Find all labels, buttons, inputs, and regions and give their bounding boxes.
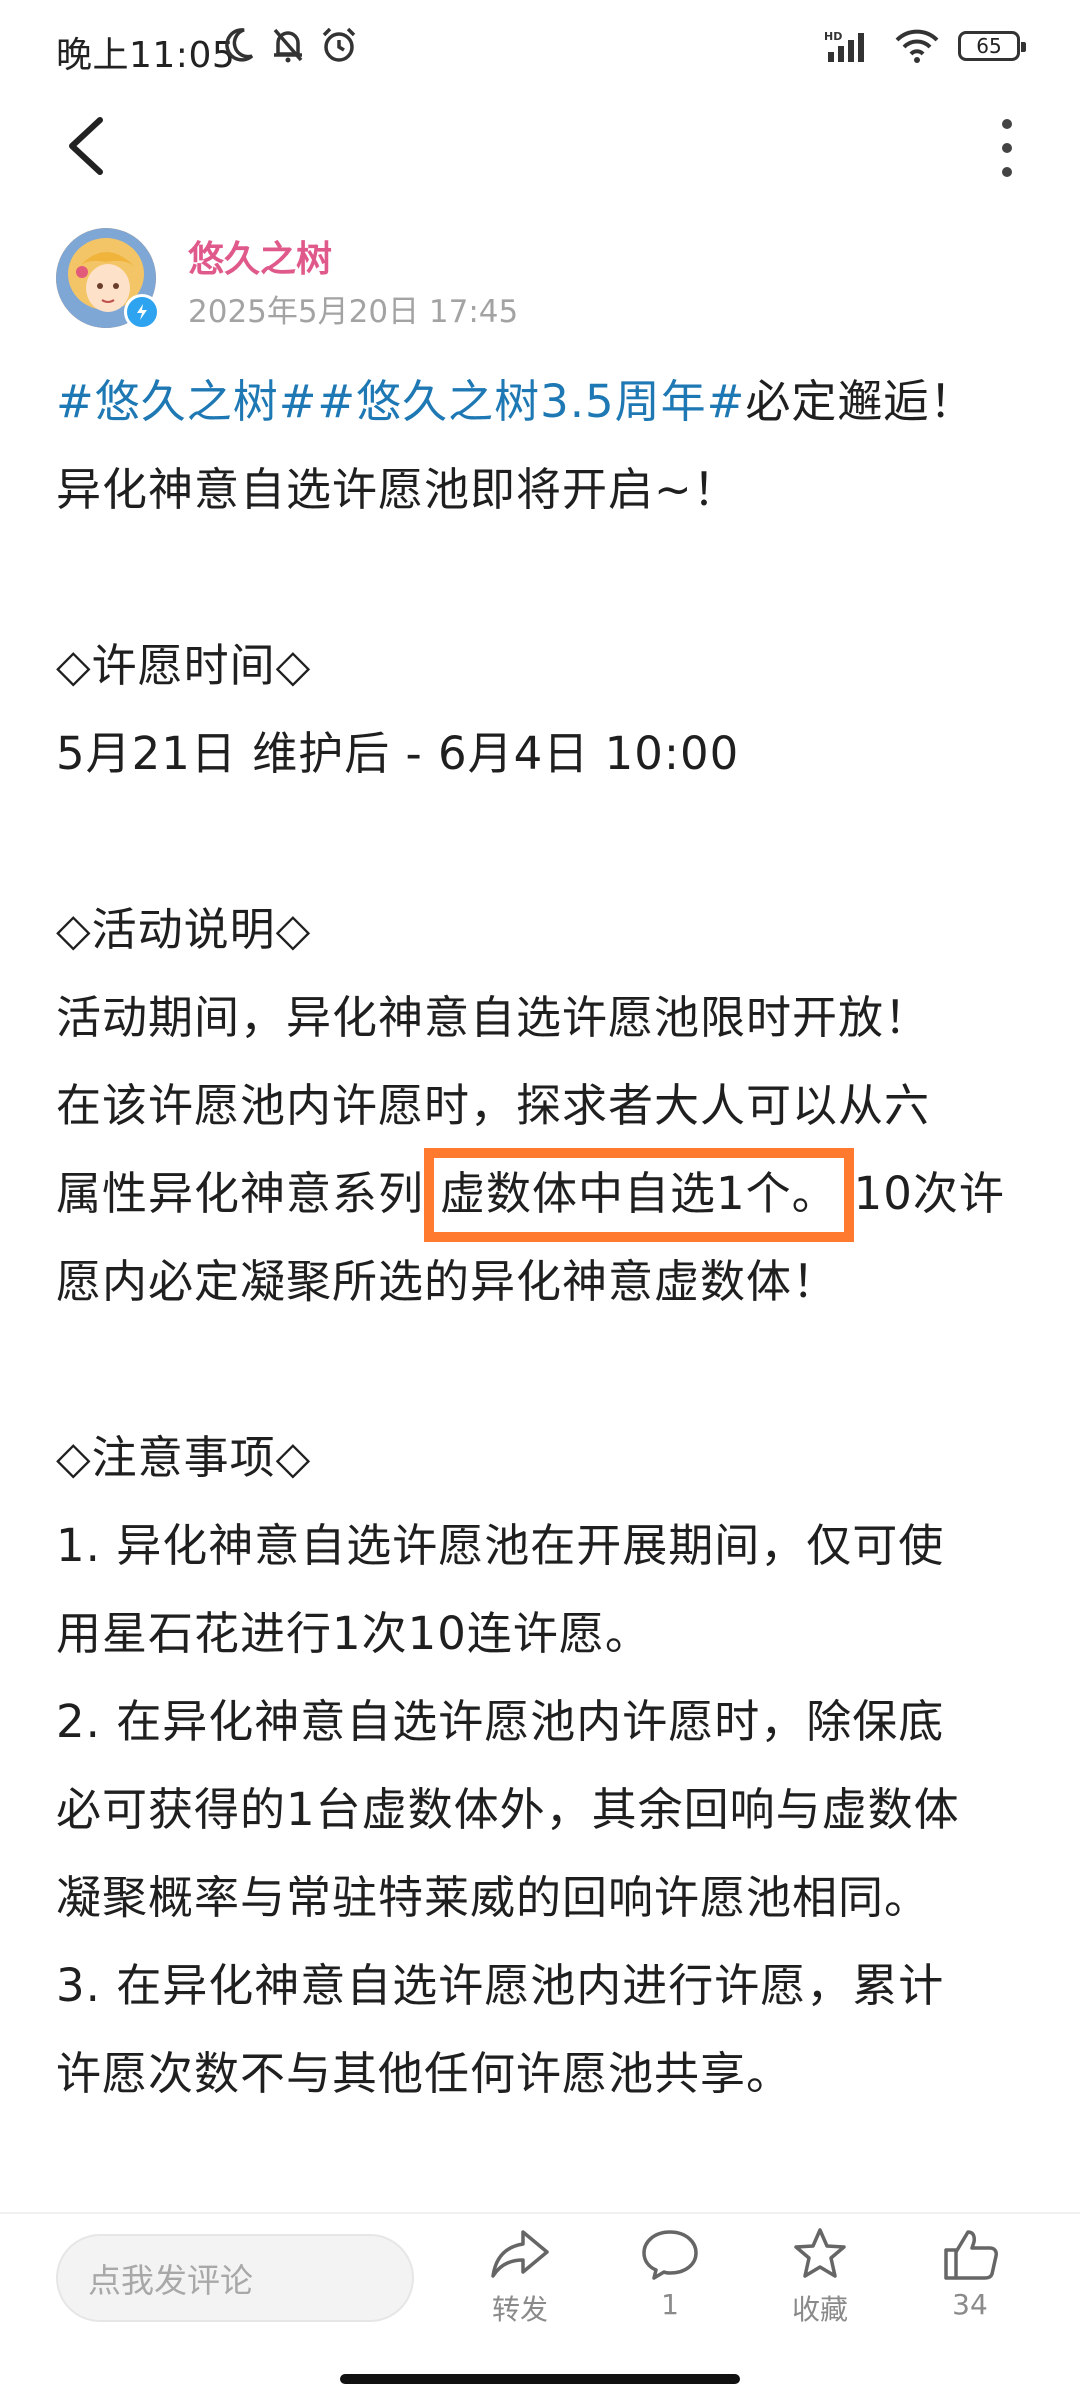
more-options-button[interactable] bbox=[982, 108, 1032, 188]
content-line: 属性异化神意系列 虚数体中自选1个。 10次许 bbox=[56, 1148, 1036, 1242]
content-line: 在该许愿池内许愿时，探求者大人可以从六 bbox=[56, 1079, 931, 1132]
comment-input[interactable]: 点我发评论 bbox=[56, 2234, 414, 2322]
home-indicator[interactable] bbox=[340, 2374, 740, 2384]
comment-count: 1 bbox=[661, 2288, 679, 2321]
status-time: 晚上11:05 bbox=[56, 35, 236, 76]
favorite-button[interactable]: 收藏 bbox=[765, 2226, 875, 2336]
mute-bell-icon bbox=[273, 28, 303, 63]
share-icon bbox=[491, 2230, 549, 2278]
like-count: 34 bbox=[952, 2288, 988, 2321]
content-line: 3. 在异化神意自选许愿池内进行许愿，累计 bbox=[56, 1959, 945, 2012]
battery-icon: 65 bbox=[958, 31, 1026, 61]
content-line: 异化神意自选许愿池即将开启~！ bbox=[56, 463, 739, 516]
back-button[interactable] bbox=[60, 106, 120, 186]
share-button[interactable]: 转发 bbox=[465, 2226, 575, 2336]
status-bar: 晚上11:05 HD 65 bbox=[0, 0, 1080, 100]
thumbs-up-icon bbox=[944, 2230, 998, 2280]
status-icons-left bbox=[222, 26, 358, 64]
favorite-label: 收藏 bbox=[791, 2293, 848, 2326]
bottom-divider bbox=[0, 2212, 1080, 2214]
hashtag-link[interactable]: #悠久之树##悠久之树3.5周年# bbox=[56, 375, 745, 428]
content-line: 用星石花进行1次10连许愿。 bbox=[56, 1607, 651, 1660]
moon-icon bbox=[225, 28, 254, 62]
more-vertical-icon bbox=[1002, 119, 1012, 177]
verified-badge-icon bbox=[124, 294, 160, 330]
content-line: #悠久之树##悠久之树3.5周年#必定邂逅！ bbox=[56, 375, 976, 428]
star-icon bbox=[794, 2228, 846, 2278]
section-heading: ◇活动说明◇ bbox=[56, 903, 312, 956]
section-heading: ◇注意事项◇ bbox=[56, 1431, 312, 1484]
content-line: 活动期间，异化神意自选许愿池限时开放！ bbox=[56, 991, 931, 1044]
author-name[interactable]: 悠久之树 bbox=[188, 230, 332, 282]
content-line: 1. 异化神意自选许愿池在开展期间，仅可使 bbox=[56, 1519, 945, 1572]
wifi-icon bbox=[895, 29, 939, 63]
comment-button[interactable]: 1 bbox=[615, 2226, 725, 2336]
content-line: 必可获得的1台虚数体外，其余回响与虚数体 bbox=[56, 1783, 960, 1836]
comment-bubble-icon bbox=[642, 2230, 698, 2280]
content-line: 许愿次数不与其他任何许愿池共享。 bbox=[56, 2047, 793, 2100]
share-label: 转发 bbox=[491, 2293, 548, 2326]
post-content: #悠久之树##悠久之树3.5周年#必定邂逅！ 异化神意自选许愿池即将开启~！ ◇… bbox=[56, 358, 1036, 2118]
content-line: 凝聚概率与常驻特莱威的回响许愿池相同。 bbox=[56, 1871, 931, 1924]
comment-placeholder: 点我发评论 bbox=[88, 2261, 253, 2300]
hd-signal-icon: HD bbox=[824, 30, 864, 62]
like-button[interactable]: 34 bbox=[915, 2226, 1025, 2336]
battery-level: 65 bbox=[976, 34, 1002, 58]
alarm-icon bbox=[322, 27, 356, 62]
section-heading: ◇许愿时间◇ bbox=[56, 639, 312, 692]
content-line: 5月21日 维护后 - 6月4日 10:00 bbox=[56, 727, 740, 780]
highlight-box: 虚数体中自选1个。 bbox=[424, 1148, 854, 1242]
post-timestamp: 2025年5月20日 17:45 bbox=[188, 294, 519, 330]
content-line: 2. 在异化神意自选许愿池内许愿时，除保底 bbox=[56, 1695, 945, 1748]
content-line: 愿内必定凝聚所选的异化神意虚数体！ bbox=[56, 1255, 839, 1308]
status-icons-right: HD 65 bbox=[824, 28, 1026, 64]
back-chevron-icon bbox=[69, 117, 103, 175]
svg-text:HD: HD bbox=[824, 30, 842, 43]
